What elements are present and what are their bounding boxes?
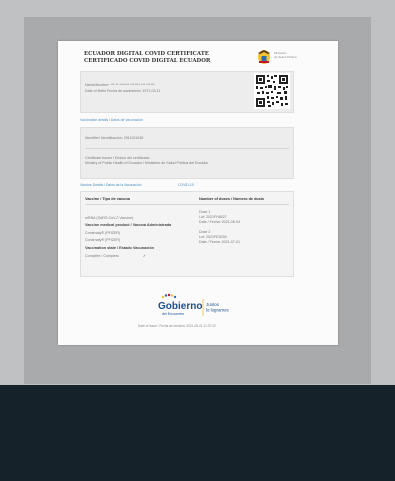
identifier-line: Identifier/ Identificación: 2911101045 [85, 136, 144, 140]
title-line-1: ECUADOR DIGITAL COVID CERTIFICATE [84, 51, 209, 57]
ministry-line-2: de Salud Pública [274, 54, 297, 59]
gov-logo-dots-icon [161, 293, 177, 299]
dose-1-title: Dose 1 [199, 210, 211, 214]
divider [0, 385, 395, 388]
col-vaccine-header: Vaccine / Tipo de vacuna [85, 197, 130, 201]
certificate-title: ECUADOR DIGITAL COVID CERTIFICATE CERTIF… [84, 51, 210, 64]
dose-2-lot: Lot: 2021FE3039 [199, 235, 227, 239]
issuer-value: Ministry of Public Health of Ecuador / M… [85, 161, 209, 165]
holder-dob: Date of Birth/ Fecha de nacimiento: 1971… [85, 89, 161, 93]
covid-link[interactable]: COVID-19 [178, 183, 194, 187]
dose-1-lot: Lot: 2021FH8027 [199, 215, 227, 219]
issuer-box: Identifier/ Identificación: 2911101045 C… [80, 127, 294, 179]
col-doses-header: Number of doses / Número de dosis [199, 197, 264, 201]
gov-sub: del Encuentro [162, 312, 184, 316]
issuer-label: Certificate Issuer / Emisor del certific… [85, 156, 151, 160]
header-divider [85, 204, 289, 205]
holder-name: Name/Nombre: *** ** ******* ******* *** … [85, 83, 155, 87]
dose-2-date: Date / Fecha: 2021-07-01 [199, 240, 240, 244]
qr-code-icon [254, 73, 290, 109]
dose-1-date: Date / Fecha: 2021-06-04 [199, 220, 240, 224]
dose-2-title: Dose 2 [199, 230, 211, 234]
ecuador-coat-of-arms-icon [258, 50, 270, 64]
product-label: Vaccine medical product / Vacuna Adminis… [85, 223, 172, 227]
vaccination-details-link[interactable]: Vaccination details / Datos de Vacunació… [80, 118, 143, 122]
vaccine-type: mRNA (SARS-CoV-2 Vaccine) [85, 216, 134, 220]
covid-certificate-document: ECUADOR DIGITAL COVID CERTIFICATE CERTIF… [58, 41, 338, 345]
vaccine-table: Vaccine / Tipo de vacuna Number of doses… [80, 191, 294, 277]
ministry-logo-text: Ministerio de Salud Pública [274, 51, 297, 60]
product-2: Comirnaty® (PFIZER) [85, 238, 121, 242]
gov-slogan-2: lo logramos [206, 308, 229, 313]
state-label: Vaccination state / Estado Vacunación [85, 246, 154, 250]
state-value: Complete / Completo [85, 254, 119, 258]
check-icon: ✓ [143, 254, 147, 258]
gov-slogan-1: Juntos [206, 302, 220, 307]
issue-date: Date of Issue / Fecha de emisión: 2021-0… [138, 324, 216, 328]
gobierno-del-encuentro-logo: Gobierno del Encuentro Juntos lo logramo… [158, 293, 229, 316]
vaccine-details-link[interactable]: Vaccine Details / Datos de la Vacunación [80, 183, 142, 187]
title-line-2: CERTIFICADO COVID DIGITAL ECUADOR [84, 57, 211, 64]
product-1: Comirnaty® (PFIZER) [85, 231, 121, 235]
box-divider [85, 148, 289, 149]
gov-name: Gobierno [158, 301, 202, 312]
